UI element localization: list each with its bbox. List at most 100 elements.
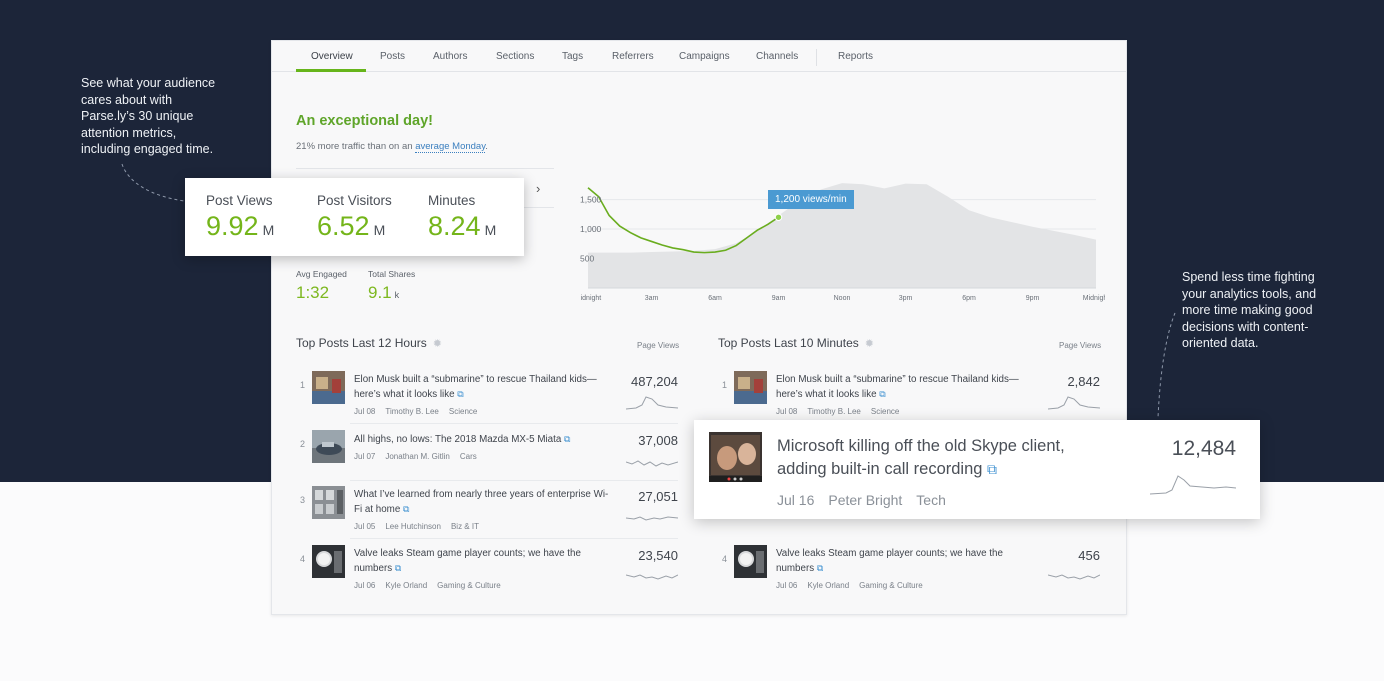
- post-sparkline: [626, 516, 678, 521]
- chart-x-tick-label: 3pm: [899, 295, 913, 302]
- total-shares-metric: Total Shares 9.1 k: [368, 269, 415, 303]
- col-label-left: Page Views: [637, 341, 680, 350]
- post-rank: 1: [300, 380, 306, 390]
- post-sparkline: [626, 396, 678, 410]
- featured-post-sparkline: [1150, 475, 1236, 495]
- post-meta: Jul 08 Timothy B. Lee Science: [354, 407, 487, 416]
- external-link-icon[interactable]: ⧉: [879, 389, 885, 399]
- post-title[interactable]: Elon Musk built a “submarine” to rescue …: [776, 373, 1031, 402]
- post-title[interactable]: Elon Musk built a “submarine” to rescue …: [354, 373, 609, 402]
- post-views-label: Post Views: [206, 193, 273, 208]
- featured-post-title[interactable]: Microsoft killing off the old Skype clie…: [777, 435, 1107, 481]
- featured-post-meta: Jul 16 Peter Bright Tech: [777, 492, 960, 508]
- tab-sections[interactable]: Sections: [496, 51, 534, 62]
- post-author[interactable]: Kyle Orland: [807, 581, 849, 590]
- table-row[interactable]: 1 Elon Musk built a “submarine” to rescu…: [718, 371, 1100, 427]
- post-rank: 2: [300, 439, 306, 449]
- tab-channels[interactable]: Channels: [756, 51, 798, 62]
- row-divider: [350, 423, 678, 424]
- post-date: Jul 07: [354, 452, 376, 461]
- post-section[interactable]: Biz & IT: [451, 522, 479, 531]
- external-link-icon[interactable]: ⧉: [403, 504, 409, 514]
- post-section[interactable]: Science: [871, 407, 899, 416]
- post-meta: Jul 07 Jonathan M. Gitlin Cars: [354, 452, 487, 461]
- post-visitors-unit: M: [373, 222, 386, 238]
- gear-icon[interactable]: ✹: [433, 338, 442, 350]
- total-shares-value: 9.1: [368, 283, 392, 302]
- tab-referrers[interactable]: Referrers: [612, 51, 654, 62]
- post-title[interactable]: What I’ve learned from nearly three year…: [354, 488, 609, 517]
- post-date: Jul 05: [354, 522, 376, 531]
- table-row[interactable]: 4 Valve leaks Steam game player counts; …: [296, 545, 678, 601]
- tab-authors[interactable]: Authors: [433, 51, 467, 62]
- post-title[interactable]: Valve leaks Steam game player counts; we…: [354, 547, 609, 576]
- post-sparkline: [626, 460, 678, 467]
- post-sparkline: [1048, 574, 1100, 580]
- featured-post-date: Jul 16: [777, 492, 815, 508]
- post-views-value: 9.92: [206, 211, 259, 241]
- post-author[interactable]: Jonathan M. Gitlin: [385, 452, 449, 461]
- table-row[interactable]: 4 Valve leaks Steam game player counts; …: [718, 545, 1100, 601]
- post-author[interactable]: Timothy B. Lee: [385, 407, 439, 416]
- featured-post-author[interactable]: Peter Bright: [828, 492, 902, 508]
- average-day-link[interactable]: average Monday: [415, 141, 486, 153]
- chart-x-tick-label: Noon: [834, 295, 851, 302]
- post-visitors-label: Post Visitors: [317, 193, 392, 208]
- featured-post-card[interactable]: Microsoft killing off the old Skype clie…: [694, 420, 1260, 519]
- post-title[interactable]: Valve leaks Steam game player counts; we…: [776, 547, 1031, 576]
- post-title-text: Valve leaks Steam game player counts; we…: [354, 548, 581, 574]
- chart-x-tick-label: 3am: [645, 295, 659, 302]
- post-rank: 3: [300, 495, 306, 505]
- post-section[interactable]: Gaming & Culture: [437, 581, 501, 590]
- post-thumbnail: [312, 371, 345, 404]
- tab-posts[interactable]: Posts: [380, 51, 405, 62]
- external-link-icon[interactable]: ⧉: [987, 461, 997, 477]
- external-link-icon[interactable]: ⧉: [564, 434, 570, 444]
- featured-post-section[interactable]: Tech: [916, 492, 946, 508]
- post-date: Jul 08: [776, 407, 798, 416]
- post-author[interactable]: Kyle Orland: [385, 581, 427, 590]
- chart-x-tick-label: 9pm: [1026, 295, 1040, 302]
- post-views: 2,842: [1067, 374, 1100, 389]
- post-views-metric: Post Views 9.92 M: [206, 193, 274, 242]
- chart-y-tick-label: 1,000: [580, 224, 602, 234]
- post-thumbnail: [734, 545, 767, 578]
- metrics-divider-top: [296, 168, 554, 169]
- post-section[interactable]: Cars: [460, 452, 477, 461]
- post-views: 37,008: [638, 433, 678, 448]
- post-title[interactable]: All highs, no lows: The 2018 Mazda MX-5 …: [354, 432, 609, 447]
- post-visitors-value: 6.52: [317, 211, 370, 241]
- tab-overview[interactable]: Overview: [311, 51, 353, 62]
- external-link-icon[interactable]: ⧉: [817, 563, 823, 573]
- tab-campaigns[interactable]: Campaigns: [679, 51, 730, 62]
- post-views: 456: [1078, 548, 1100, 563]
- external-link-icon[interactable]: ⧉: [395, 563, 401, 573]
- chart-x-tick-label: Midnight: [1083, 295, 1105, 302]
- table-row[interactable]: 1 Elon Musk built a “submarine” to rescu…: [296, 371, 678, 427]
- post-sparkline: [1048, 396, 1100, 410]
- avg-engaged-metric: Avg Engaged 1:32: [296, 269, 347, 303]
- post-title-text: Elon Musk built a “submarine” to rescue …: [354, 374, 597, 400]
- post-author[interactable]: Lee Hutchinson: [385, 522, 441, 531]
- post-section[interactable]: Science: [449, 407, 477, 416]
- post-thumbnail: [312, 545, 345, 578]
- tab-tags[interactable]: Tags: [562, 51, 583, 62]
- table-row[interactable]: 2 All highs, no lows: The 2018 Mazda MX-…: [296, 430, 678, 486]
- traffic-comparison-text: 21% more traffic than on an: [296, 141, 416, 152]
- tab-reports[interactable]: Reports: [838, 51, 873, 62]
- post-author[interactable]: Timothy B. Lee: [807, 407, 861, 416]
- chart-tooltip: 1,200 views/min: [768, 190, 854, 209]
- post-title-text: Elon Musk built a “submarine” to rescue …: [776, 374, 1019, 400]
- traffic-comparison-suffix: .: [485, 141, 488, 152]
- chart-x-tick-label: 6pm: [962, 295, 976, 302]
- post-meta: Jul 06 Kyle Orland Gaming & Culture: [354, 581, 511, 590]
- post-meta: Jul 06 Kyle Orland Gaming & Culture: [776, 581, 933, 590]
- col-label-right: Page Views: [1059, 341, 1102, 350]
- chevron-right-icon[interactable]: ›: [536, 181, 540, 196]
- total-shares-unit: k: [394, 290, 400, 300]
- post-views: 27,051: [638, 489, 678, 504]
- external-link-icon[interactable]: ⧉: [457, 389, 463, 399]
- post-section[interactable]: Gaming & Culture: [859, 581, 923, 590]
- table-row[interactable]: 3 What I’ve learned from nearly three ye…: [296, 486, 678, 542]
- gear-icon[interactable]: ✹: [865, 338, 874, 350]
